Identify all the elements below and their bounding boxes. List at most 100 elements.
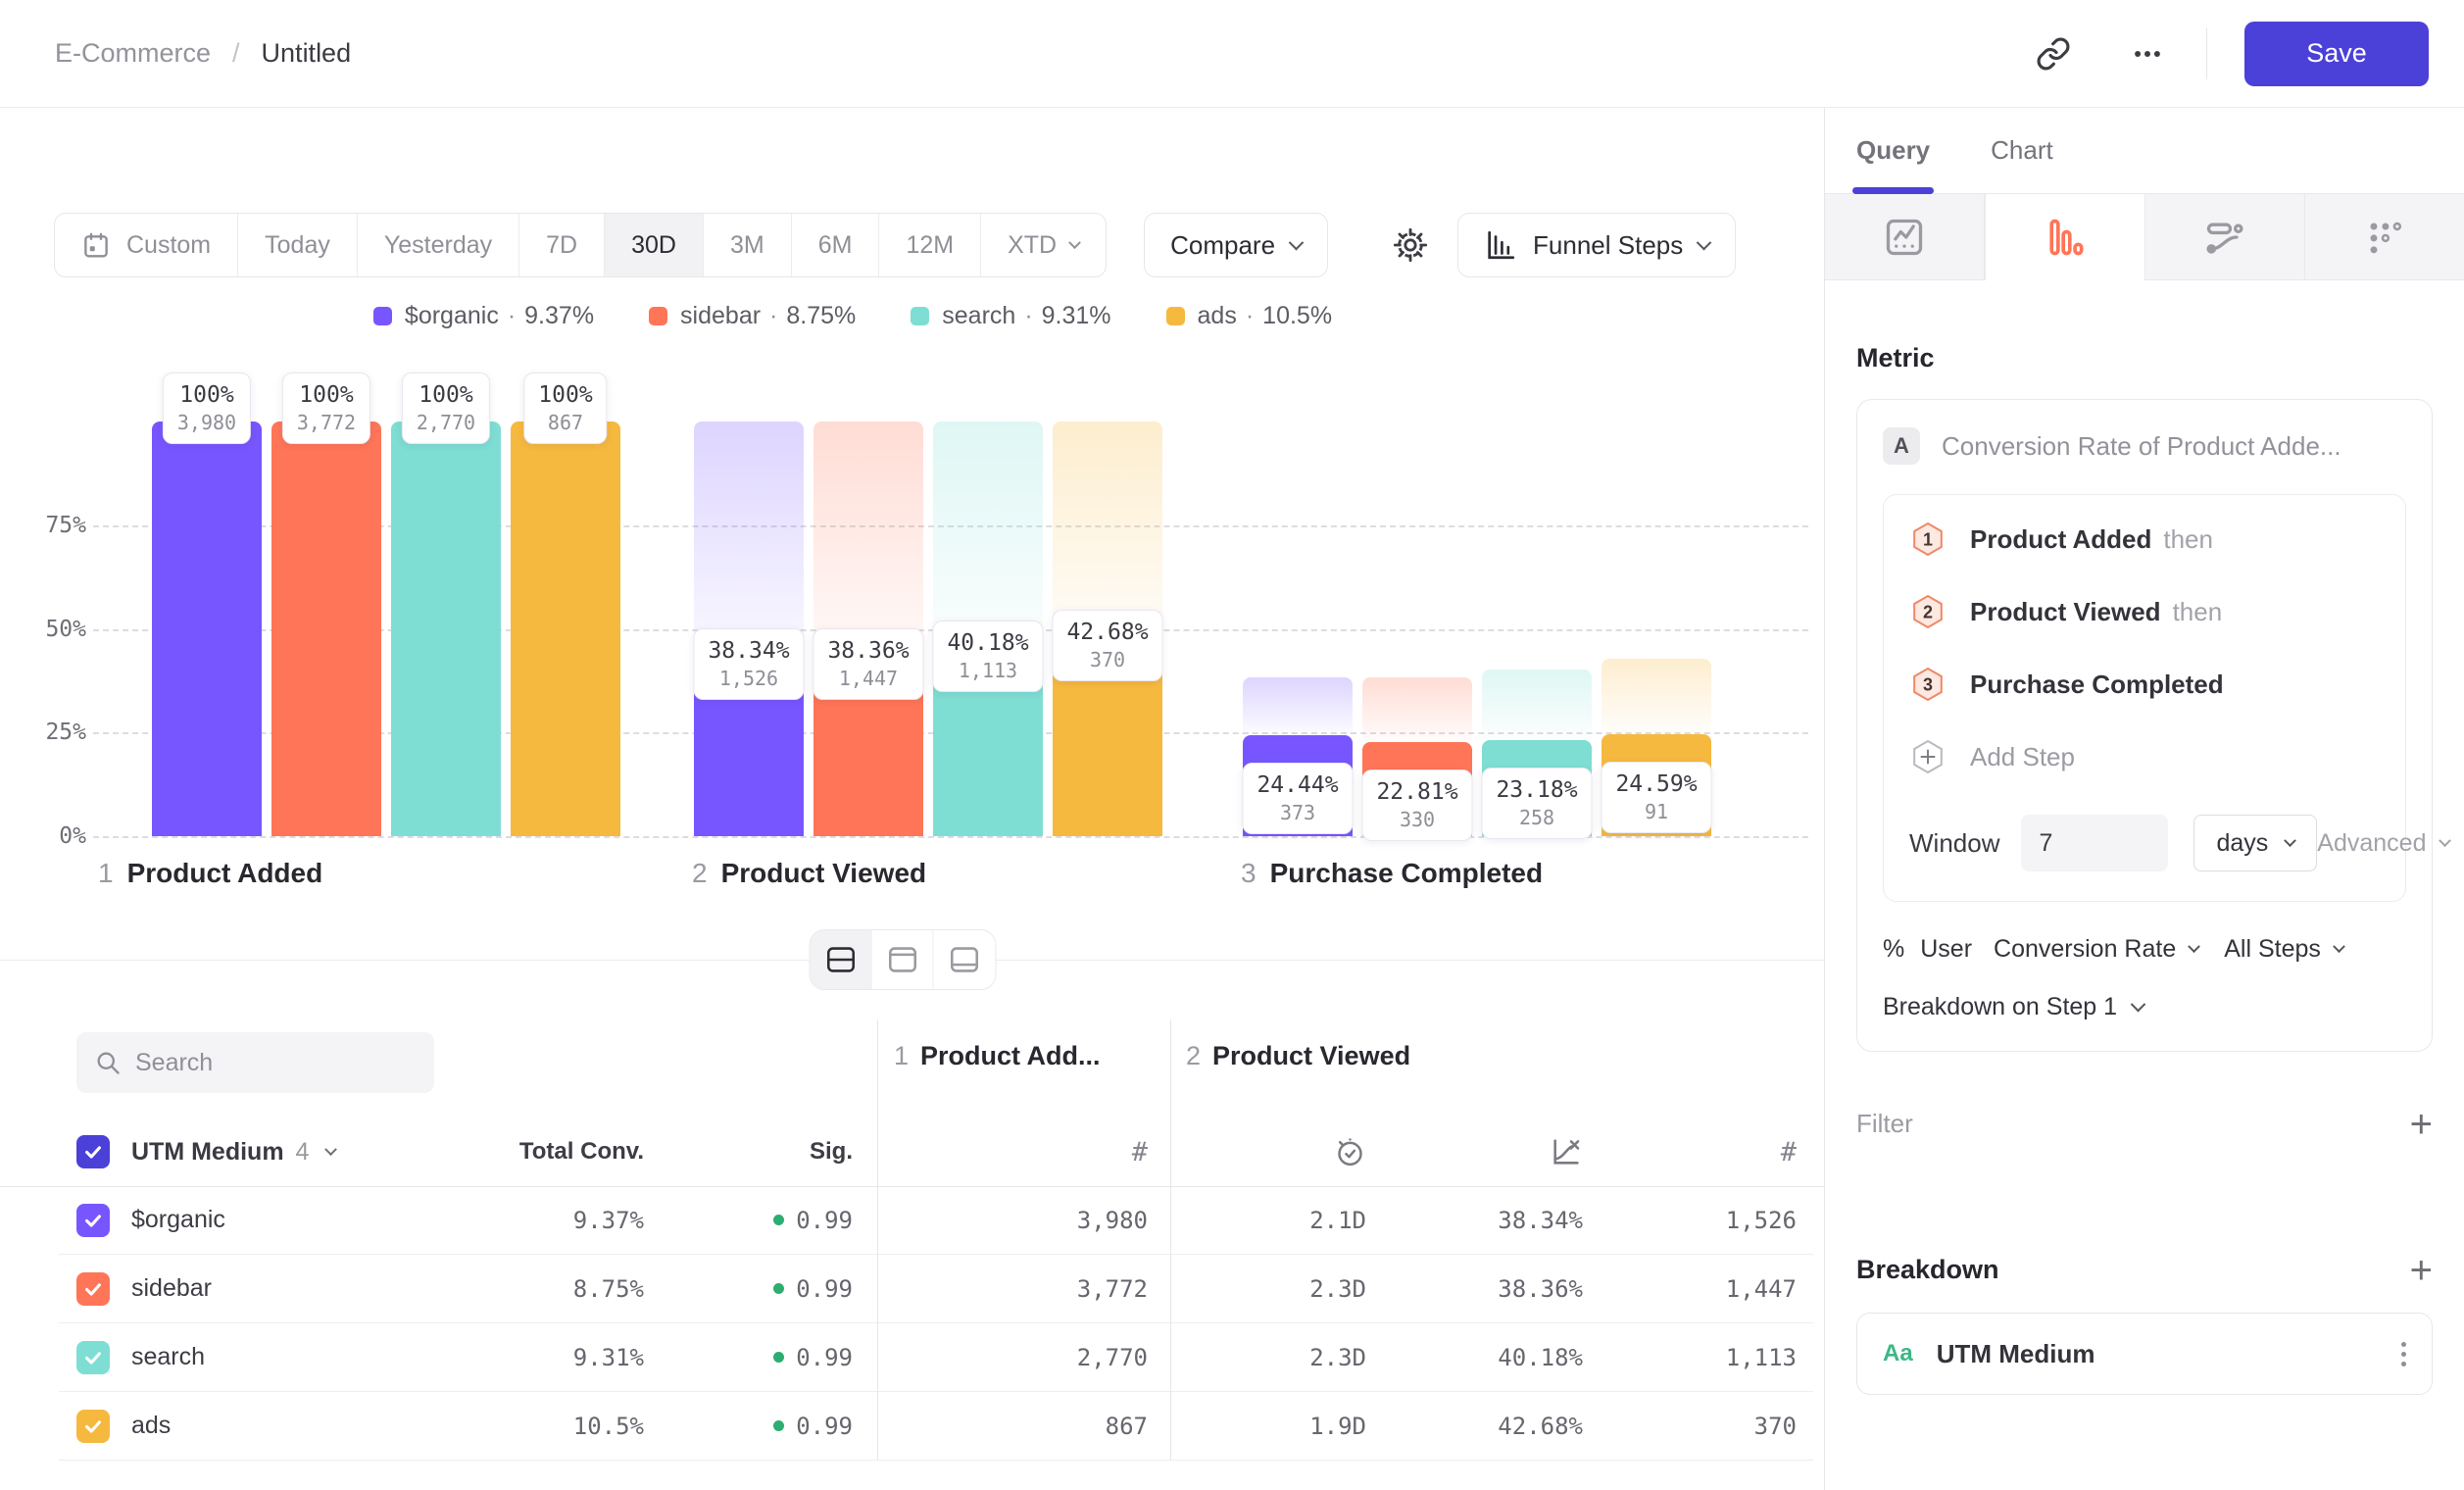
funnel-step-axis-label: 2Product Viewed (692, 858, 926, 889)
row-checkbox[interactable] (76, 1341, 110, 1374)
chevron-down-icon (2188, 940, 2200, 953)
sig-dot (773, 1352, 784, 1363)
breakdown-heading: Breakdown (1856, 1255, 1999, 1285)
search-icon (94, 1049, 122, 1076)
kebab-menu-icon[interactable] (2401, 1342, 2406, 1366)
layout-table-button[interactable] (934, 930, 996, 989)
segment-name: sidebar (131, 1274, 212, 1303)
row-checkbox[interactable] (76, 1204, 110, 1237)
bottom-panel-layout-icon (950, 946, 980, 973)
add-filter-button[interactable]: + (2410, 1110, 2433, 1139)
layout-split-button[interactable] (811, 930, 872, 989)
step-event-name: Purchase Completed (1970, 670, 2224, 700)
insights-report-tab[interactable] (1825, 194, 1985, 280)
funnel-step-axis-label: 3 Purchase Completed (1241, 858, 1543, 889)
funnel-bar[interactable] (511, 422, 620, 836)
step-name: Purchase Completed (1270, 858, 1544, 888)
breadcrumb-report-title[interactable]: Untitled (262, 38, 352, 69)
table-row[interactable]: search 9.31% 0.99 2,770 2.3D 40.18% 1,11… (59, 1323, 1813, 1392)
segment-name: search (131, 1343, 205, 1371)
flows-report-tab[interactable] (2145, 194, 2305, 280)
table-group-header-step2[interactable]: 2Product Viewed (1186, 1041, 1410, 1071)
window-unit-dropdown[interactable]: days (2193, 815, 2317, 871)
table-row[interactable]: ads 10.5% 0.99 867 1.9D 42.68% 370 (59, 1392, 1813, 1461)
step2-rate-column-header[interactable] (1366, 1135, 1583, 1168)
step-number: 3 (1241, 858, 1257, 888)
breakdown-section: Breakdown + (1856, 1255, 2433, 1285)
step-suffix: then (2173, 597, 2223, 627)
sig-header[interactable]: Sig. (644, 1138, 877, 1166)
funnels-report-tab[interactable] (1985, 194, 2145, 280)
breakdown-table: 1Product Add... 2Product Viewed UTM Medi… (59, 1019, 1813, 1490)
funnel-bar[interactable] (391, 422, 501, 836)
breadcrumb-project[interactable]: E-Commerce (55, 38, 211, 69)
metric-section-heading: Metric (1856, 343, 2433, 373)
funnel-bar[interactable] (933, 670, 1043, 836)
topbar-divider (2206, 28, 2208, 79)
step2-time: 1.9D (1170, 1413, 1366, 1440)
main-content: Custom Today Yesterday 7D 30D 3M 6M 12M … (0, 108, 1824, 1490)
retention-report-tab[interactable] (2305, 194, 2464, 280)
bar-value-label: 38.36%1,447 (813, 628, 923, 700)
table-row[interactable]: sidebar 8.75% 0.99 3,772 2.3D 38.36% 1,4… (59, 1255, 1813, 1323)
step2-rate: 38.34% (1366, 1207, 1583, 1234)
more-actions-button[interactable] (2126, 32, 2169, 75)
step1-count: 3,772 (877, 1275, 1170, 1303)
step1-count: 3,980 (877, 1207, 1170, 1234)
breadcrumb-separator: / (232, 38, 240, 69)
advanced-dropdown[interactable]: Advanced (2317, 829, 2448, 858)
step2-time-column-header[interactable] (1170, 1136, 1366, 1168)
funnel-step-1[interactable]: 1 Product Added then (1909, 521, 2380, 558)
measurement-dropdown[interactable]: Conversion Rate (1994, 935, 2198, 964)
bar-value-label: 100%3,772 (282, 372, 370, 444)
select-all-checkbox[interactable] (76, 1135, 110, 1168)
tab-query[interactable]: Query (1856, 108, 1930, 193)
add-step-button[interactable]: Add Step (1909, 738, 2380, 775)
funnel-bar[interactable] (813, 677, 923, 836)
metric-label-row[interactable]: A Conversion Rate of Product Adde... (1883, 427, 2406, 465)
funnel-bar[interactable] (271, 422, 381, 836)
advanced-label: Advanced (2317, 829, 2426, 858)
row-checkbox[interactable] (76, 1272, 110, 1306)
steps-scope-dropdown[interactable]: All Steps (2224, 935, 2343, 964)
segment-name: $organic (131, 1206, 225, 1234)
retention-icon (2363, 216, 2406, 259)
breakdown-column-header[interactable]: UTM Medium 4 (76, 1135, 472, 1168)
table-row[interactable]: $organic 9.37% 0.99 3,980 2.1D 38.34% 1,… (59, 1186, 1813, 1255)
row-checkbox[interactable] (76, 1410, 110, 1443)
step2-count-column-header[interactable]: # (1583, 1137, 1797, 1167)
table-search[interactable] (76, 1032, 434, 1093)
breakdown-property-card[interactable]: Aa UTM Medium (1856, 1313, 2433, 1395)
layout-chart-button[interactable] (872, 930, 934, 989)
chevron-down-icon (2333, 940, 2345, 953)
step1-count-column-header[interactable]: # (877, 1137, 1170, 1167)
breakdown-on-step-dropdown[interactable]: Breakdown on Step 1 (1883, 993, 2406, 1021)
funnel-bar[interactable] (694, 677, 804, 836)
step-name: Product Add... (920, 1041, 1101, 1070)
conversion-rate-icon (1550, 1135, 1583, 1168)
tab-label: Query (1856, 135, 1930, 166)
funnel-step-3[interactable]: 3 Purchase Completed (1909, 666, 2380, 703)
add-breakdown-button[interactable]: + (2410, 1256, 2433, 1285)
save-button[interactable]: Save (2244, 22, 2429, 86)
steps-scope-label: All Steps (2224, 935, 2321, 964)
funnel-bar[interactable] (152, 422, 262, 836)
counting-entity[interactable]: User (1920, 935, 1972, 964)
total-conv-header[interactable]: Total Conv. (472, 1138, 644, 1166)
funnel-bar[interactable] (1053, 659, 1162, 836)
layout-switcher (810, 929, 997, 990)
tab-chart[interactable]: Chart (1991, 108, 2053, 193)
step-number-badge: 1 (1909, 521, 1947, 558)
funnel-step-2[interactable]: 2 Product Viewed then (1909, 593, 2380, 630)
copy-link-button[interactable] (2032, 32, 2075, 75)
metric-card: A Conversion Rate of Product Adde... 1 P… (1856, 399, 2433, 1052)
chevron-down-icon (2284, 834, 2296, 847)
search-input[interactable] (135, 1049, 410, 1077)
bar-value-label: 24.59%91 (1601, 762, 1711, 833)
split-layout-icon (825, 946, 856, 973)
breakdown-property-name: UTM Medium (1937, 1339, 2095, 1369)
window-value-input[interactable] (2021, 815, 2168, 871)
check-icon (82, 1210, 104, 1231)
svg-text:3: 3 (1923, 675, 1933, 695)
table-group-header-step1[interactable]: 1Product Add... (894, 1041, 1101, 1071)
